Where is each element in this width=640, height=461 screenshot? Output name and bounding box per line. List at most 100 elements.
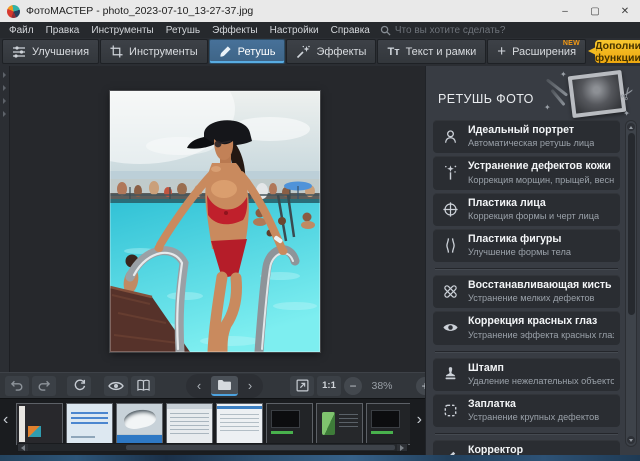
text-icon: Тт	[387, 45, 400, 58]
menu-file[interactable]: Файл	[3, 25, 40, 36]
tab-label: Ретушь	[237, 45, 276, 58]
extra-functions-button[interactable]: Дополнительные функции	[588, 40, 640, 64]
scroll-down-arrow[interactable]	[627, 436, 635, 444]
red-eye-icon	[439, 319, 461, 336]
group-divider	[435, 350, 618, 352]
filmstrip-thumbnail-2[interactable]	[66, 403, 113, 445]
tool-subtitle: Устранение мелких дефектов	[468, 293, 595, 304]
panel-scrollbar[interactable]	[625, 120, 637, 447]
filmstrip-next-button[interactable]: ›	[417, 412, 422, 428]
compare-button[interactable]	[131, 375, 155, 396]
sparkle-icon: ✦	[623, 109, 630, 118]
tool-title: Пластика фигуры	[468, 232, 562, 245]
show-original-button[interactable]	[104, 375, 128, 396]
prev-photo-button[interactable]: ‹	[190, 377, 208, 395]
left-edge-strip	[0, 66, 10, 372]
tab-instruments[interactable]: Инструменты	[100, 39, 208, 64]
menu-effects[interactable]: Эффекты	[206, 25, 263, 36]
tab-effects[interactable]: Эффекты	[286, 39, 377, 64]
sparkle-icon: ✦	[544, 103, 551, 112]
tab-improvements[interactable]: Улучшения	[2, 39, 100, 64]
thumbnail-row	[16, 403, 410, 445]
tool-subtitle: Устранение крупных дефектов	[468, 412, 600, 423]
close-button[interactable]: ✕	[610, 0, 640, 22]
scroll-right-arrow[interactable]	[397, 444, 407, 451]
rotate-button[interactable]	[67, 375, 91, 396]
tool-stamp[interactable]: Штамп Удаление нежелательных объектов	[433, 357, 620, 391]
tab-label: Эффекты	[316, 45, 367, 58]
scroll-left-arrow[interactable]	[18, 444, 28, 451]
plus-icon: +	[497, 42, 507, 60]
quick-search[interactable]: Что вы хотите сделать?	[380, 25, 505, 36]
maximize-button[interactable]: ▢	[580, 0, 610, 22]
stamp-icon	[439, 366, 461, 383]
menu-settings[interactable]: Настройки	[264, 25, 325, 36]
retouch-tool-list: Идеальный портрет Автоматическая ретушь …	[433, 120, 620, 455]
portrait-icon	[439, 128, 461, 145]
window-title: ФотоМАСТЕР - photo_2023-07-10_13-27-37.j…	[26, 5, 254, 17]
next-photo-button[interactable]: ›	[241, 377, 259, 395]
sparkle-icon: ✦	[560, 70, 567, 79]
tool-title: Корректор	[468, 444, 524, 455]
folder-icon	[218, 379, 231, 390]
tab-label: Улучшения	[32, 45, 90, 58]
filmstrip-prev-button[interactable]: ‹	[3, 412, 8, 428]
tool-subtitle: Коррекция морщин, прыщей, веснушек	[468, 174, 614, 185]
tool-ideal-portrait[interactable]: Идеальный портрет Автоматическая ретушь …	[433, 120, 620, 154]
tool-subtitle: Улучшение формы тела	[468, 247, 571, 258]
undo-button[interactable]	[5, 375, 29, 396]
tool-face-plastic[interactable]: Пластика лица Коррекция формы и черт лиц…	[433, 192, 620, 226]
before-after-icon	[136, 379, 150, 391]
tool-skin-defects[interactable]: Устранение дефектов кожи Коррекция морщи…	[433, 156, 620, 190]
filmstrip-thumbnail-4[interactable]	[166, 403, 213, 445]
tool-title: Устранение дефектов кожи	[468, 160, 611, 173]
filmstrip-thumbnail-6[interactable]	[266, 403, 313, 445]
menu-help[interactable]: Справка	[325, 25, 376, 36]
desktop-background	[0, 455, 640, 461]
filmstrip-scrollbar[interactable]	[17, 443, 408, 452]
photo-navigator: ‹ ›	[186, 373, 263, 398]
tool-patch[interactable]: Заплатка Устранение крупных дефектов	[433, 393, 620, 428]
filmstrip-thumbnail-7[interactable]	[316, 403, 363, 445]
rotate-icon	[74, 379, 85, 391]
tool-corrector[interactable]: Корректор Обработка фрагмента изображени…	[433, 440, 620, 455]
minimize-button[interactable]: –	[550, 0, 580, 22]
filmstrip-thumbnail-1[interactable]	[16, 403, 63, 445]
menu-tools[interactable]: Инструменты	[85, 25, 159, 36]
tool-healing-brush[interactable]: Восстанавливающая кисть Устранение мелки…	[433, 275, 620, 309]
menu-edit[interactable]: Правка	[40, 25, 86, 36]
group-divider	[435, 433, 618, 435]
editor-column: ‹ › 1:1 − 38% + ‹	[0, 66, 434, 455]
filmstrip: ‹ ›	[0, 398, 425, 455]
tool-body-plastic[interactable]: Пластика фигуры Улучшение формы тела	[433, 228, 620, 263]
tool-subtitle: Коррекция формы и черт лица	[468, 210, 600, 221]
tab-label: Расширения	[512, 45, 577, 58]
tab-extensions[interactable]: NEW + Расширения	[487, 39, 587, 64]
scroll-up-arrow[interactable]	[627, 123, 635, 131]
tool-title: Восстанавливающая кисть	[468, 279, 612, 292]
search-icon	[380, 25, 391, 36]
sliders-icon	[12, 45, 26, 58]
redo-button[interactable]	[32, 375, 56, 396]
menu-retouch[interactable]: Ретушь	[160, 25, 206, 36]
chevron-right-icon	[3, 98, 6, 104]
magic-wand-icon	[296, 45, 311, 59]
retouch-collage-image: ✂ ✦ ✦ ✦	[544, 69, 639, 120]
zoom-out-button[interactable]: −	[344, 376, 362, 395]
scrollbar-thumb[interactable]	[126, 445, 395, 450]
filmstrip-thumbnail-8[interactable]	[366, 403, 410, 445]
titlebar: ФотоМАСТЕР - photo_2023-07-10_13-27-37.j…	[0, 0, 640, 22]
tab-text-frames[interactable]: Тт Текст и рамки	[377, 39, 487, 64]
brush-icon	[219, 45, 232, 58]
bottom-toolbar: ‹ › 1:1 − 38% +	[0, 372, 434, 398]
filmstrip-thumbnail-5[interactable]	[216, 403, 263, 445]
open-folder-button[interactable]	[211, 375, 238, 396]
zoom-level: 38%	[371, 379, 393, 392]
tab-retouch[interactable]: Ретушь	[208, 39, 286, 64]
fit-screen-button[interactable]	[290, 375, 314, 396]
actual-size-button[interactable]: 1:1	[317, 375, 341, 396]
filmstrip-thumbnail-3[interactable]	[116, 403, 163, 445]
tool-red-eye[interactable]: Коррекция красных глаз Устранение эффект…	[433, 311, 620, 345]
tool-title: Заплатка	[468, 397, 516, 410]
scrollbar-thumb[interactable]	[627, 133, 635, 315]
